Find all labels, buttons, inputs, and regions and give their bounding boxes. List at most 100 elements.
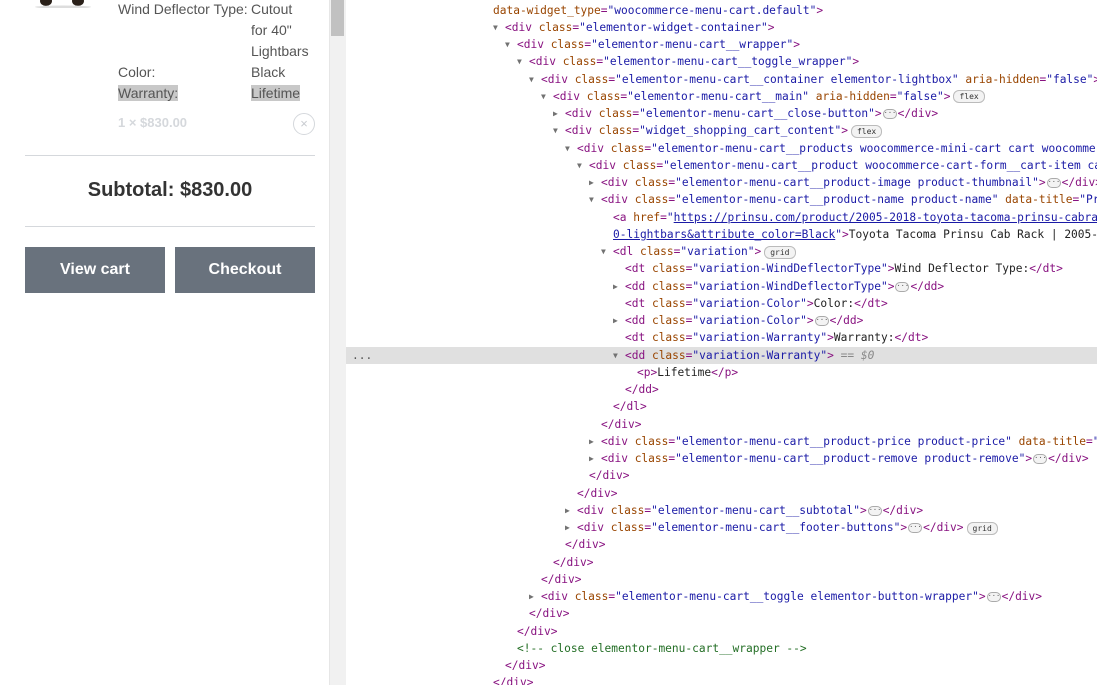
node-source: <dd class="variation-Warranty">	[625, 348, 834, 362]
layout-badge[interactable]: flex	[850, 124, 883, 138]
page-scrollbar[interactable]	[329, 0, 346, 685]
dom-node-line[interactable]: <dt class="variation-Color">Color:</dt>	[346, 295, 1097, 312]
layout-badge[interactable]: grid	[966, 521, 998, 535]
layout-badge[interactable]: flex	[953, 90, 985, 104]
expand-triangle-open-icon[interactable]: ▼	[577, 157, 589, 174]
dom-node-line[interactable]: ▶ <dd class="variation-Color"> ···</dd>	[346, 312, 1097, 329]
dom-node-line[interactable]: <dt class="variation-Warranty">Warranty:…	[346, 329, 1097, 346]
expand-triangle-closed-icon[interactable]: ▶	[529, 588, 541, 605]
expand-triangle-closed-icon[interactable]: ▶	[589, 433, 601, 450]
dom-node-line[interactable]: </div>	[346, 485, 1097, 502]
dom-node-line[interactable]: </div>	[346, 416, 1097, 433]
layout-badge[interactable]: grid	[764, 245, 796, 259]
divider	[25, 226, 315, 227]
dom-node-line[interactable]: ▶ <dd class="variation-WindDeflectorType"…	[346, 278, 1097, 295]
collapsed-children-icon[interactable]: ···	[1033, 454, 1048, 464]
dom-node-line[interactable]: ▼ <div class="elementor-menu-cart__produc…	[346, 191, 1097, 208]
expand-triangle-closed-icon[interactable]: ▶	[613, 312, 625, 329]
expand-triangle-closed-icon[interactable]: ▶	[553, 105, 565, 122]
node-source: </dl>	[613, 400, 647, 414]
dom-node-line[interactable]: <a href="https://prinsu.com/product/2005…	[346, 209, 1097, 226]
dom-node-line[interactable]: </div>	[346, 467, 1097, 484]
dom-node-line[interactable]: <p>Lifetime</p>	[346, 364, 1097, 381]
dom-node-line[interactable]: </div>	[346, 623, 1097, 640]
dom-node-line[interactable]: ▶ <div class="elementor-menu-cart__subtot…	[346, 502, 1097, 519]
dom-node-line[interactable]: ▼ <dl class="variation"> grid	[346, 243, 1097, 260]
node-source: <!-- close elementor-menu-cart__wrapper …	[517, 641, 807, 655]
expand-triangle-open-icon[interactable]: ▼	[589, 191, 601, 208]
dom-node-line[interactable]: 0-lightbars&attribute_color=Black">Toyot…	[346, 226, 1097, 243]
menu-cart-panel: Wind Deflector Type: Cutout for 40" Lightba…	[0, 0, 329, 685]
collapsed-children-icon[interactable]: ···	[882, 109, 897, 119]
node-source: <dd class="variation-Color">	[625, 314, 814, 327]
product-quantity-price: 1 × $830.00	[118, 115, 188, 130]
dom-node-line[interactable]: ▼ <div class="widget_shopping_cart_conten…	[346, 122, 1097, 139]
expand-triangle-closed-icon[interactable]: ▶	[565, 519, 577, 536]
view-cart-button[interactable]: View cart	[25, 247, 165, 293]
collapsed-children-icon[interactable]: ···	[986, 592, 1001, 602]
node-source: </div>	[565, 538, 606, 552]
node-source: </div>	[505, 659, 546, 672]
collapsed-children-icon[interactable]: ···	[1046, 178, 1061, 188]
expand-triangle-closed-icon[interactable]: ▶	[565, 502, 577, 519]
expand-triangle-open-icon[interactable]: ▼	[505, 36, 517, 53]
dom-node-line[interactable]: </div>	[346, 571, 1097, 588]
dom-node-line[interactable]: <!-- close elementor-menu-cart__wrapper …	[346, 640, 1097, 657]
node-source: <dt class="variation-Color">Color:</dt>	[625, 296, 888, 310]
dom-node-line[interactable]: ▶ <div class="elementor-menu-cart__produc…	[346, 174, 1097, 191]
dom-node-line[interactable]: ▶ <div class="elementor-menu-cart__produc…	[346, 433, 1097, 450]
dom-node-line[interactable]: </div>	[346, 605, 1097, 622]
dom-node-line[interactable]: ▼ <div class="elementor-menu-cart__toggle…	[346, 53, 1097, 70]
expand-triangle-open-icon[interactable]: ▼	[613, 347, 625, 364]
href-link[interactable]: 0-lightbars&attribute_color=Black	[613, 228, 835, 241]
expand-triangle-closed-icon[interactable]: ▶	[613, 278, 625, 295]
collapsed-children-icon[interactable]: ···	[867, 505, 882, 516]
variation-value: Cutout	[251, 1, 293, 17]
expand-triangle-open-icon[interactable]: ▼	[565, 140, 577, 157]
collapsed-children-icon[interactable]: ···	[814, 316, 829, 326]
dom-node-line[interactable]: ▶ <div class="elementor-menu-cart__close-…	[346, 105, 1097, 122]
variation-value: Black	[251, 64, 286, 80]
dom-node-line[interactable]: data-widget_type="woocommerce-menu-cart.…	[346, 2, 1097, 19]
expand-triangle-open-icon[interactable]: ▼	[601, 243, 613, 260]
collapsed-children-icon[interactable]: ···	[908, 523, 923, 533]
node-actions-icon[interactable]: ...	[352, 347, 372, 364]
node-source: <dt class="variation-Warranty">Warranty:…	[625, 331, 929, 345]
dom-node-line[interactable]: </div>	[346, 536, 1097, 553]
expand-triangle-open-icon[interactable]: ▼	[493, 19, 505, 36]
dom-node-line[interactable]: ▼ <div class="elementor-menu-cart__wrappe…	[346, 36, 1097, 53]
collapsed-children-icon[interactable]: ···	[895, 281, 910, 292]
product-thumbnail-image[interactable]	[32, 0, 94, 8]
dom-node-line[interactable]: </div>	[346, 554, 1097, 571]
dom-node-line[interactable]: ▼ <div class="elementor-menu-cart__contai…	[346, 71, 1097, 88]
checkout-button[interactable]: Checkout	[175, 247, 315, 293]
node-source: </div>	[493, 676, 534, 685]
dom-node-line[interactable]: ▼ <div class="elementor-widget-container"…	[346, 19, 1097, 36]
dom-node-line[interactable]: </dl>	[346, 398, 1097, 415]
scrollbar-thumb[interactable]	[331, 0, 344, 36]
node-source: <div class="elementor-menu-cart__product…	[601, 176, 1046, 189]
href-link[interactable]: https://prinsu.com/product/2005-2018-toy…	[674, 211, 1097, 224]
dom-node-line[interactable]: ▼ <div class="elementor-menu-cart__produc…	[346, 157, 1097, 174]
node-source: <div class="elementor-menu-cart__contain…	[541, 72, 1097, 86]
expand-triangle-closed-icon[interactable]: ▶	[589, 450, 601, 467]
dom-node-line[interactable]: </div>	[346, 657, 1097, 674]
node-source: </div>	[541, 572, 582, 586]
dom-node-line[interactable]: ▶ <div class="elementor-menu-cart__produc…	[346, 450, 1097, 467]
dom-node-line[interactable]: </div>	[346, 674, 1097, 685]
dom-node-selected[interactable]: ... ▼ <dd class="variation-Warranty"> == $…	[346, 346, 1097, 364]
expand-triangle-open-icon[interactable]: ▼	[553, 122, 565, 139]
dom-node-line[interactable]: ▶ <div class="elementor-menu-cart__toggle…	[346, 588, 1097, 605]
remove-item-icon[interactable]: ×	[293, 113, 315, 135]
expand-triangle-open-icon[interactable]: ▼	[517, 53, 529, 70]
expand-triangle-open-icon[interactable]: ▼	[541, 88, 553, 105]
dom-node-line[interactable]: <dt class="variation-WindDeflectorType">…	[346, 260, 1097, 277]
dom-node-line[interactable]: </dd>	[346, 381, 1097, 398]
dom-node-line[interactable]: ▶ <div class="elementor-menu-cart__footer…	[346, 519, 1097, 536]
node-source-tail: ">Toyota Tacoma Prinsu Cab Rack | 2005-2…	[835, 227, 1097, 241]
dom-node-line[interactable]: ▼ <div class="elementor-menu-cart__main" …	[346, 88, 1097, 105]
expand-triangle-open-icon[interactable]: ▼	[529, 71, 541, 88]
expand-triangle-closed-icon[interactable]: ▶	[589, 174, 601, 191]
node-source: <div class="elementor-menu-cart__toggle_…	[529, 55, 860, 69]
dom-node-line[interactable]: ▼ <div class="elementor-menu-cart__produc…	[346, 140, 1097, 157]
